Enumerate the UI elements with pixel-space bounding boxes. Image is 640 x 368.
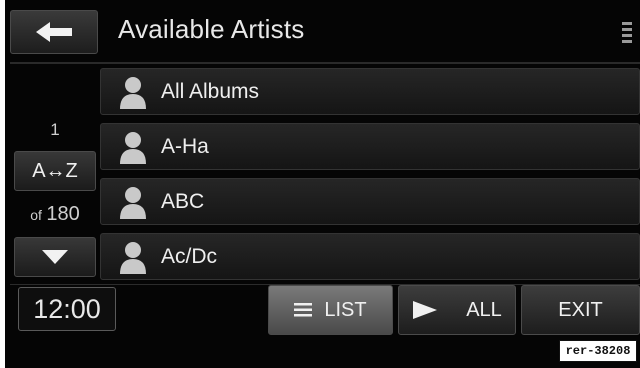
list-icon — [294, 303, 313, 317]
person-icon — [111, 72, 155, 112]
list-item-label: ABC — [161, 189, 205, 213]
person-icon — [111, 182, 155, 222]
list-button-label: LIST — [324, 298, 367, 321]
person-icon — [111, 237, 155, 277]
sort-az-label: A↔Z — [32, 159, 78, 182]
sort-az-button[interactable]: A↔Z — [14, 151, 96, 191]
header-divider — [10, 62, 640, 64]
play-icon — [413, 301, 438, 319]
page-total-value: 180 — [46, 203, 80, 225]
person-icon — [111, 127, 155, 167]
page-title: Available Artists — [118, 14, 305, 44]
list-button[interactable]: LIST — [268, 285, 393, 335]
exit-button-label: EXIT — [558, 298, 603, 321]
scroll-down-button[interactable] — [14, 237, 96, 277]
settings-icon[interactable] — [620, 20, 634, 46]
list-item-label: Ac/Dc — [161, 244, 218, 268]
list-item[interactable]: ABC — [100, 178, 640, 225]
back-button[interactable] — [10, 10, 98, 54]
play-all-label: ALL — [466, 298, 502, 321]
down-triangle-icon — [42, 250, 68, 264]
exit-button[interactable]: EXIT — [521, 285, 640, 335]
list-item-label: A-Ha — [161, 134, 209, 158]
page-current: 1 — [50, 120, 60, 139]
list-item-label: All Albums — [161, 79, 260, 103]
clock[interactable]: 12:00 — [18, 287, 116, 331]
play-all-button[interactable]: ALL — [398, 285, 516, 335]
list-item[interactable]: Ac/Dc — [100, 233, 640, 280]
list-item[interactable]: All Albums — [100, 68, 640, 115]
list-item[interactable]: A-Ha — [100, 123, 640, 170]
left-arrow-icon — [36, 22, 72, 42]
page-total: of 180 — [14, 203, 96, 226]
watermark: rer-38208 — [559, 340, 637, 362]
page-of-label: of — [30, 207, 42, 223]
